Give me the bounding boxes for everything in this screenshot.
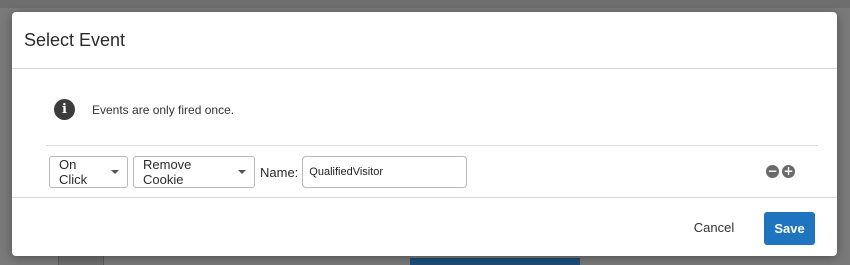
info-icon: i — [54, 99, 75, 120]
cancel-button[interactable]: Cancel — [684, 212, 744, 242]
action-select[interactable]: Remove Cookie — [133, 156, 255, 188]
dialog-title: Select Event — [24, 29, 126, 50]
chevron-down-icon — [111, 170, 119, 174]
trigger-select-value: On Click — [59, 157, 88, 187]
info-text: Events are only fired once. — [92, 102, 235, 117]
chevron-down-icon — [238, 170, 246, 174]
save-button[interactable]: Save — [764, 212, 815, 245]
row-controls: − + — [766, 165, 795, 178]
dialog-footer: Cancel Save — [12, 198, 837, 256]
plus-circle-icon[interactable]: + — [782, 165, 795, 178]
action-select-value: Remove Cookie — [143, 157, 192, 187]
name-label: Name: — [260, 164, 299, 180]
trigger-select[interactable]: On Click — [49, 156, 128, 188]
background-strip — [0, 0, 850, 8]
divider — [46, 145, 818, 146]
background-button — [410, 258, 580, 265]
event-row: On Click Remove Cookie Name: — [49, 156, 468, 188]
name-input[interactable] — [302, 156, 468, 188]
select-event-dialog: Select Event i Events are only fired onc… — [12, 12, 837, 256]
dialog-header: Select Event — [12, 12, 837, 69]
minus-circle-icon[interactable]: − — [766, 165, 779, 178]
info-message: i Events are only fired once. — [54, 99, 234, 120]
dialog-body: i Events are only fired once. On Click R… — [12, 69, 837, 198]
